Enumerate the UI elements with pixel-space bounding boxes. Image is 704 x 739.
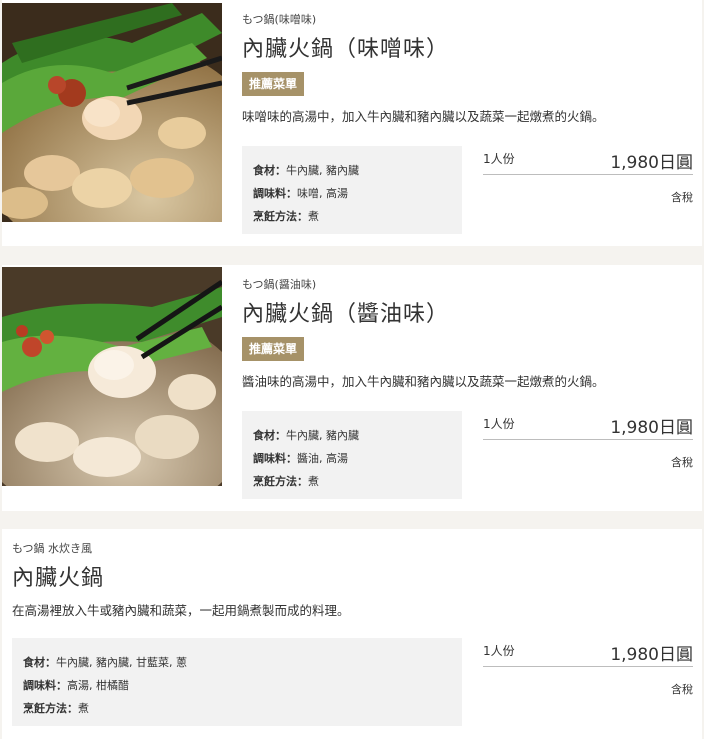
price-value: 1,980日圓 [610,418,693,438]
ingredients-value: 牛內臟, 豬內臟 [286,164,359,177]
portion-label: 1人份 [483,644,515,658]
ingredients-label: 食材： [253,429,286,442]
dish-subtitle: もつ鍋 水炊き風 [12,542,93,555]
price-value: 1,980日圓 [610,645,693,665]
method-label: 烹飪方法： [23,702,78,715]
price-divider [483,174,693,175]
ingredients-label: 食材： [23,656,56,669]
seasoning-row: 調味料：高湯, 柑橘醋 [23,674,462,697]
method-value: 煮 [78,702,89,715]
seasoning-value: 醬油, 高湯 [297,452,348,465]
recommended-badge: 推薦菜單 [242,72,305,96]
seasoning-label: 調味料： [253,187,297,200]
method-label: 烹飪方法： [253,475,308,488]
dish-photo [2,267,222,486]
dish-description: 醬油味的高湯中，加入牛內臟和豬內臟以及蔬菜一起燉煮的火鍋。 [242,374,605,389]
seasoning-row: 調味料：味噌, 高湯 [253,182,462,205]
ingredients-row: 食材：牛內臟, 豬內臟 [253,159,462,182]
menu-item-card: もつ鍋(味噌味) 內臟火鍋（味噌味） 推薦菜單 味噌味的高湯中，加入牛內臟和豬內… [2,0,702,246]
price-divider [483,666,693,667]
dish-title: 內臟火鍋（味噌味） [242,37,450,62]
dish-title: 內臟火鍋（醬油味） [242,302,450,327]
dish-info-box: 食材：牛內臟, 豬內臟 調味料：味噌, 高湯 烹飪方法：煮 [242,146,462,234]
dish-photo [2,3,222,222]
ingredients-row: 食材：牛內臟, 豬內臟 [253,424,462,447]
tax-note: 含稅 [671,191,693,204]
seasoning-value: 味噌, 高湯 [297,187,348,200]
price-divider [483,439,693,440]
ingredients-label: 食材： [253,164,286,177]
seasoning-value: 高湯, 柑橘醋 [67,679,129,692]
seasoning-row: 調味料：醬油, 高湯 [253,447,462,470]
price-value: 1,980日圓 [610,153,693,173]
ingredients-row: 食材：牛內臟, 豬內臟, 甘藍菜, 蔥 [23,651,462,674]
ingredients-value: 牛內臟, 豬內臟, 甘藍菜, 蔥 [56,656,187,669]
dish-title: 內臟火鍋 [12,566,105,591]
dish-info-box: 食材：牛內臟, 豬內臟 調味料：醬油, 高湯 烹飪方法：煮 [242,411,462,499]
portion-label: 1人份 [483,152,515,166]
dish-subtitle: もつ鍋(醤油味) [242,278,317,291]
tax-note: 含稅 [671,683,693,696]
seasoning-label: 調味料： [23,679,67,692]
dish-subtitle: もつ鍋(味噌味) [242,13,317,26]
dish-description: 在高湯裡放入牛或豬內臟和蔬菜，一起用鍋煮製而成的料理。 [12,603,350,618]
method-value: 煮 [308,210,319,223]
method-value: 煮 [308,475,319,488]
method-row: 烹飪方法：煮 [253,205,462,228]
menu-item-card: もつ鍋(醤油味) 內臟火鍋（醬油味） 推薦菜單 醬油味的高湯中，加入牛內臟和豬內… [2,265,702,511]
method-row: 烹飪方法：煮 [23,697,462,720]
dish-info-box: 食材：牛內臟, 豬內臟, 甘藍菜, 蔥 調味料：高湯, 柑橘醋 烹飪方法：煮 [12,638,462,726]
dish-description: 味噌味的高湯中，加入牛內臟和豬內臟以及蔬菜一起燉煮的火鍋。 [242,109,605,124]
portion-label: 1人份 [483,417,515,431]
seasoning-label: 調味料： [253,452,297,465]
method-label: 烹飪方法： [253,210,308,223]
recommended-badge: 推薦菜單 [242,337,305,361]
menu-item-card: もつ鍋 水炊き風 內臟火鍋 在高湯裡放入牛或豬內臟和蔬菜，一起用鍋煮製而成的料理… [2,529,702,739]
ingredients-value: 牛內臟, 豬內臟 [286,429,359,442]
method-row: 烹飪方法：煮 [253,470,462,493]
tax-note: 含稅 [671,456,693,469]
